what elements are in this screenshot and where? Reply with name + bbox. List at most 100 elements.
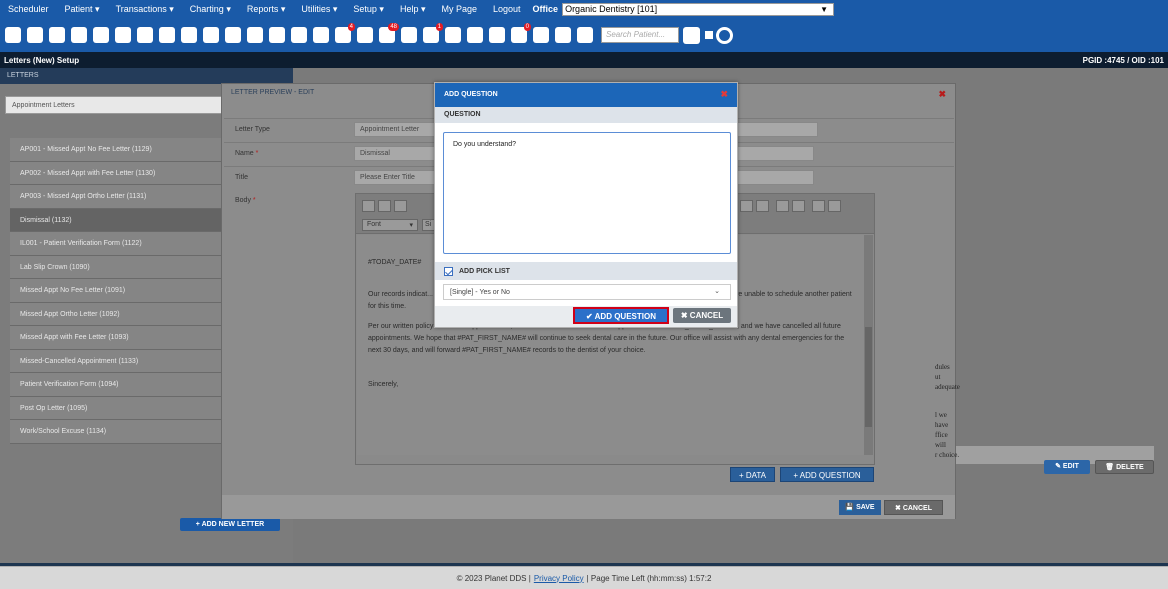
pick-list-select[interactable]: [Single] - Yes or No ⌄ bbox=[443, 284, 731, 300]
clock-icon[interactable] bbox=[355, 25, 374, 46]
notes-icon[interactable] bbox=[245, 25, 264, 46]
patient-profile-icon[interactable] bbox=[683, 26, 700, 44]
menu-my-page[interactable]: My Page bbox=[433, 4, 485, 14]
office-icon[interactable] bbox=[531, 25, 550, 46]
pn-icon[interactable] bbox=[135, 25, 154, 46]
dollar-icon[interactable] bbox=[47, 25, 66, 46]
chevron-down-icon: ▼ bbox=[820, 4, 829, 14]
pgid-label: PGID :4745 / OID :101 bbox=[1082, 55, 1164, 65]
forms-icon[interactable] bbox=[289, 25, 308, 46]
scroll-thumb[interactable] bbox=[865, 327, 872, 427]
modal-cancel-button[interactable]: ✖ CANCEL bbox=[673, 308, 731, 323]
page-time-left: | Page Time Left (hh:mm:ss) 1:57:2 bbox=[586, 573, 712, 583]
sms-icon[interactable]: 4 bbox=[333, 22, 355, 46]
letter-type-label: Letter Type bbox=[235, 126, 270, 133]
modal-header: ADD QUESTION ✖ bbox=[435, 83, 737, 107]
menu-charting[interactable]: Charting ▾ bbox=[182, 4, 239, 15]
sms-badge: 4 bbox=[347, 22, 355, 31]
web-icon[interactable]: 1 bbox=[421, 22, 443, 46]
save-button[interactable]: 💾 SAVE bbox=[839, 500, 881, 515]
insert-data-button[interactable]: + DATA bbox=[730, 467, 775, 482]
search-patient-input[interactable]: Search Patient... bbox=[601, 27, 679, 43]
web-badge: 1 bbox=[435, 22, 443, 31]
main-menu-bar: Scheduler Patient ▾ Transactions ▾ Chart… bbox=[0, 0, 1168, 18]
link-icon[interactable] bbox=[776, 200, 789, 212]
report-icon[interactable]: 0 bbox=[509, 22, 531, 46]
menu-utilities[interactable]: Utilities ▾ bbox=[293, 4, 345, 15]
menu-logout[interactable]: Logout bbox=[485, 4, 529, 14]
name-label: Name * bbox=[235, 150, 259, 157]
image-icon[interactable] bbox=[812, 200, 825, 212]
tx-icon[interactable] bbox=[157, 25, 176, 46]
tooth-icon[interactable] bbox=[91, 25, 110, 46]
body-label: Body * bbox=[235, 197, 256, 204]
font-select[interactable]: Font ▾ bbox=[362, 219, 418, 231]
align-center-icon[interactable] bbox=[740, 200, 753, 212]
page-footer: © 2023 Planet DDS | Privacy Policy | Pag… bbox=[0, 566, 1168, 589]
pick-list-value: [Single] - Yes or No bbox=[450, 289, 510, 296]
preview-side-text: dules ut adequate l we have ffice will r… bbox=[935, 363, 960, 459]
menu-patient[interactable]: Patient ▾ bbox=[57, 4, 108, 15]
office-select[interactable]: Organic Dentistry [101] ▼ bbox=[562, 2, 835, 16]
privacy-policy-link[interactable]: Privacy Policy bbox=[534, 574, 584, 583]
cancel-button[interactable]: ✖ CANCEL bbox=[884, 500, 943, 515]
family-check-icon[interactable] bbox=[201, 25, 220, 46]
home-icon[interactable] bbox=[25, 25, 44, 46]
unlink-icon[interactable] bbox=[792, 200, 805, 212]
calendar-icon[interactable] bbox=[3, 25, 22, 46]
editor-scrollbar[interactable] bbox=[864, 235, 873, 455]
question-box-icon[interactable] bbox=[465, 25, 484, 46]
globe-icon[interactable]: 48 bbox=[377, 22, 399, 46]
pen-icon[interactable] bbox=[69, 25, 88, 46]
icon-toolbar: 4 48 1 0 Search Patient... bbox=[0, 18, 1168, 52]
chevron-down-icon: ⌄ bbox=[714, 288, 720, 295]
letters-heading: LETTERS bbox=[0, 68, 293, 84]
source-icon[interactable] bbox=[362, 200, 375, 212]
edit-button-label: EDIT bbox=[1062, 463, 1079, 470]
add-pick-list-label: ADD PICK LIST bbox=[459, 267, 510, 275]
settings-icon[interactable] bbox=[487, 25, 506, 46]
body-paragraph: Sincerely, bbox=[368, 381, 399, 388]
add-question-button[interactable]: + ADD QUESTION bbox=[780, 467, 874, 482]
printer-icon[interactable] bbox=[267, 25, 286, 46]
menu-reports[interactable]: Reports ▾ bbox=[239, 4, 294, 15]
undo-icon[interactable] bbox=[394, 200, 407, 212]
add-new-letter-button[interactable]: + ADD NEW LETTER bbox=[180, 518, 280, 531]
menu-help[interactable]: Help ▾ bbox=[392, 4, 434, 15]
copyright-text: © 2023 Planet DDS | bbox=[456, 573, 531, 583]
tooth-chart-icon[interactable] bbox=[113, 25, 132, 46]
globe-badge: 48 bbox=[388, 22, 399, 31]
rx-icon[interactable] bbox=[223, 25, 242, 46]
family-icon[interactable] bbox=[179, 25, 198, 46]
delete-button-label: DELETE bbox=[1116, 464, 1144, 471]
search-icon[interactable] bbox=[716, 26, 733, 44]
preview-title: LETTER PREVIEW - EDIT bbox=[231, 89, 315, 96]
add-question-modal: ADD QUESTION ✖ QUESTION Do you understan… bbox=[434, 82, 738, 328]
table-icon[interactable] bbox=[828, 200, 841, 212]
tooth-box-icon[interactable] bbox=[443, 25, 462, 46]
close-icon[interactable]: ✖ bbox=[938, 89, 946, 99]
question-textarea[interactable]: Do you understand? bbox=[443, 132, 731, 254]
page-header: Letters (New) Setup PGID :4745 / OID :10… bbox=[0, 52, 1168, 68]
print-icon[interactable] bbox=[553, 25, 572, 46]
office-select-value: Organic Dentistry [101] bbox=[565, 3, 658, 14]
message-icon[interactable] bbox=[311, 25, 330, 46]
menu-scheduler[interactable]: Scheduler bbox=[0, 4, 57, 14]
add-pick-list-row: ADD PICK LIST bbox=[435, 262, 737, 280]
checkbox-icon[interactable] bbox=[575, 25, 594, 46]
toggle-icon[interactable] bbox=[705, 31, 713, 39]
modal-title: ADD QUESTION bbox=[444, 91, 498, 98]
delete-button[interactable]: 🗑 DELETE bbox=[1095, 460, 1154, 474]
recall-icon[interactable] bbox=[399, 25, 418, 46]
add-pick-list-checkbox[interactable] bbox=[444, 266, 453, 276]
question-section-label: QUESTION bbox=[435, 107, 737, 123]
office-label: Office bbox=[532, 4, 559, 14]
modal-add-question-button[interactable]: ✔ ADD QUESTION bbox=[573, 307, 669, 324]
edit-button[interactable]: ✎ EDIT bbox=[1044, 460, 1090, 474]
menu-transactions[interactable]: Transactions ▾ bbox=[108, 4, 182, 15]
align-right-icon[interactable] bbox=[756, 200, 769, 212]
menu-setup[interactable]: Setup ▾ bbox=[345, 4, 392, 15]
copy-icon[interactable] bbox=[378, 200, 391, 212]
close-icon[interactable]: ✖ bbox=[720, 89, 728, 99]
page-title: Letters (New) Setup bbox=[4, 55, 80, 65]
